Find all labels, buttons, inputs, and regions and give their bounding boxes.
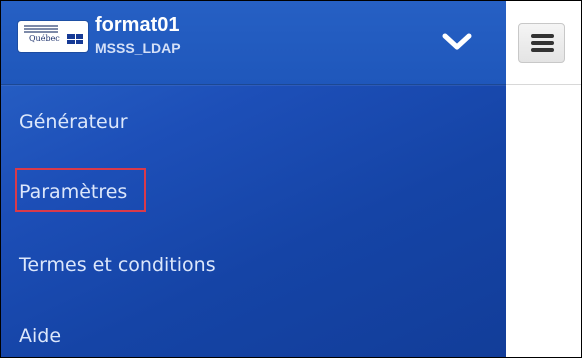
fleur-de-lis-flag-icon <box>67 34 83 44</box>
logo-small-lines <box>24 25 58 33</box>
app-screen: Québec format01 MSSS_LDAP Générateur Par… <box>0 0 582 358</box>
drawer-header[interactable]: Québec format01 MSSS_LDAP <box>1 1 506 85</box>
divider <box>506 84 581 85</box>
menu-item-termes-et-conditions[interactable]: Termes et conditions <box>19 253 216 277</box>
menu-item-aide[interactable]: Aide <box>19 324 61 348</box>
account-username: format01 <box>95 14 180 36</box>
chevron-down-icon[interactable] <box>439 27 475 57</box>
account-domain: MSSS_LDAP <box>95 40 181 56</box>
menu-item-generateur[interactable]: Générateur <box>19 110 128 134</box>
hamburger-menu-icon[interactable] <box>518 23 565 63</box>
logo-text: Québec <box>29 34 60 43</box>
menu-item-parametres[interactable]: Paramètres <box>19 180 127 204</box>
navigation-drawer: Québec format01 MSSS_LDAP Générateur Par… <box>1 1 506 357</box>
quebec-government-logo-icon: Québec <box>18 21 88 52</box>
